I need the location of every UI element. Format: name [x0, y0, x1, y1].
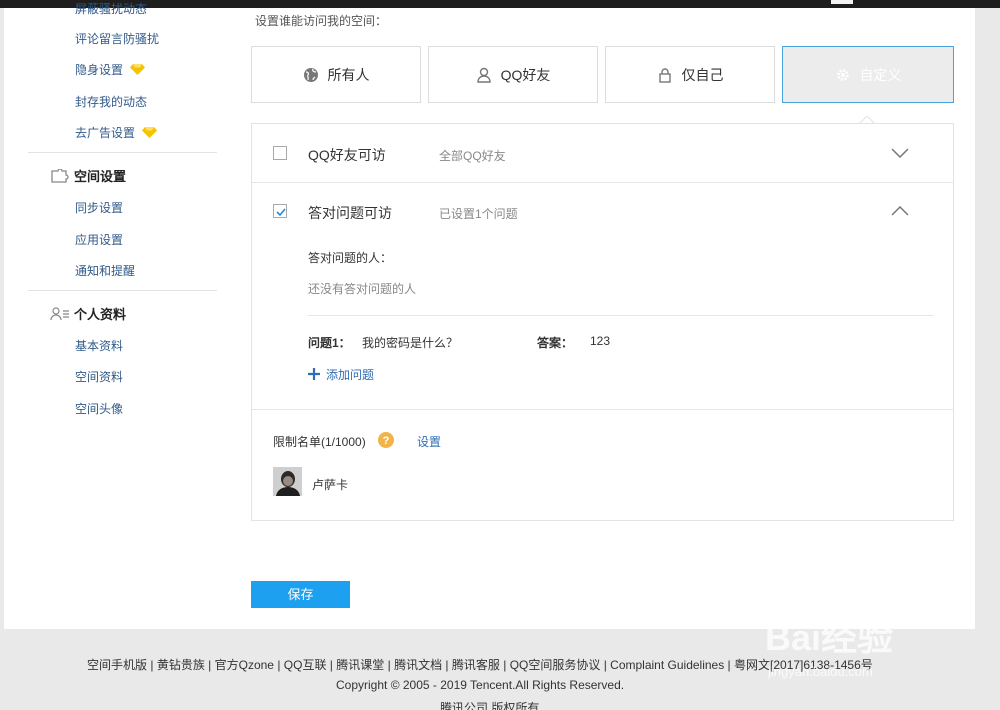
sidebar-item-sync[interactable]: 同步设置	[75, 199, 123, 216]
sidebar-item-apps[interactable]: 应用设置	[75, 231, 123, 248]
sidebar-item-comment-guard[interactable]: 评论留言防骚扰	[75, 30, 159, 47]
footer-link[interactable]: 腾讯课堂	[336, 658, 384, 672]
visibility-label: 仅自己	[681, 66, 724, 83]
sidebar-section-title: 个人资料	[74, 307, 127, 322]
footer-link[interactable]: 黄钻贵族	[157, 658, 205, 672]
question-text: 我的密码是什么？	[362, 336, 459, 350]
option-title: QQ好友可访	[308, 147, 386, 163]
option-qq-friends: QQ好友可访 全部QQ好友	[252, 124, 953, 182]
footer-link[interactable]: QQ互联	[284, 658, 327, 672]
profile-icon	[50, 307, 69, 321]
diamond-icon	[130, 64, 146, 75]
option-title: 答对问题可访	[308, 205, 392, 221]
footer-company: 腾讯公司 版权所有	[440, 701, 540, 710]
top-bar	[0, 0, 1000, 8]
user-icon	[476, 67, 491, 83]
footer-link[interactable]: 腾讯客服	[452, 658, 500, 672]
sidebar-item-archive-feed[interactable]: 封存我的动态	[75, 93, 147, 110]
footer-copyright: Copyright © 2005 - 2019 Tencent.All Righ…	[336, 678, 625, 692]
option-desc: 已设置1个问题	[439, 207, 518, 221]
divider	[252, 409, 953, 410]
sidebar-divider	[28, 152, 217, 153]
sidebar-section-space-settings[interactable]: 空间设置	[50, 166, 126, 185]
answer-label: 答案：	[537, 336, 574, 350]
chevron-up-icon[interactable]	[891, 206, 909, 216]
svg-text:?: ?	[383, 435, 390, 447]
avatar	[273, 467, 302, 496]
baidu-watermark: Bai经验 jingyan.baidu.com	[765, 600, 893, 679]
sidebar-section-profile[interactable]: 个人资料	[50, 304, 126, 323]
question-label: 问题1：	[308, 336, 351, 350]
sidebar-item-space-info[interactable]: 空间资料	[75, 368, 123, 385]
access-label: 设置谁能访问我的空间：	[255, 14, 388, 28]
sidebar-divider	[28, 290, 217, 291]
sidebar-item-label: 隐身设置	[75, 63, 124, 77]
lock-icon	[658, 67, 671, 83]
visibility-qq-friends-button[interactable]: QQ好友	[428, 46, 598, 103]
restrict-list-label: 限制名单(1/1000)	[273, 435, 366, 449]
answer-text: 123	[590, 334, 611, 348]
divider	[308, 315, 934, 316]
custom-access-panel: QQ好友可访 全部QQ好友 答对问题可访 已设置1个问题 答对问题的人： 还没有…	[251, 123, 954, 521]
restricted-user-name: 卢萨卡	[312, 478, 349, 492]
sidebar-item-space-avatar[interactable]: 空间头像	[75, 400, 123, 417]
option-answer-question: 答对问题可访 已设置1个问题 答对问题的人： 还没有答对问题的人 问题1： 我的…	[252, 182, 953, 410]
watermark-text: Bai经验	[765, 617, 893, 658]
chevron-down-icon[interactable]	[891, 148, 909, 158]
page-content: 屏蔽骚扰动态 评论留言防骚扰 隐身设置 封存我的动态 去广告设置 空间设置 同步…	[4, 2, 975, 629]
top-bar-tab[interactable]	[831, 0, 853, 4]
sidebar-section-title: 空间设置	[74, 169, 127, 184]
sidebar-item-notifications[interactable]: 通知和提醒	[75, 262, 135, 279]
footer-links: 空间手机版 | 黄钻贵族 | 官方Qzone | QQ互联 | 腾讯课堂 | 腾…	[87, 658, 873, 672]
answered-label: 答对问题的人：	[308, 251, 393, 265]
sidebar-item-invisible[interactable]: 隐身设置	[75, 61, 146, 78]
visibility-label: 所有人	[327, 66, 370, 83]
footer-link[interactable]: Complaint Guidelines	[610, 658, 724, 672]
option-desc: 全部QQ好友	[439, 149, 506, 163]
sidebar-item-block-feed[interactable]: 屏蔽骚扰动态	[75, 0, 147, 17]
plus-icon	[308, 368, 320, 380]
puzzle-icon	[51, 169, 69, 183]
sidebar-item-remove-ads[interactable]: 去广告设置	[75, 124, 158, 141]
diamond-icon	[142, 127, 158, 138]
sidebar-item-basic-info[interactable]: 基本资料	[75, 337, 123, 354]
sidebar-item-label: 去广告设置	[75, 126, 136, 140]
footer-link[interactable]: QQ空间服务协议	[510, 658, 601, 672]
footer-link[interactable]: 腾讯文档	[394, 658, 442, 672]
footer-link[interactable]: 空间手机版	[87, 658, 147, 672]
gear-icon	[836, 68, 849, 81]
watermark-url: jingyan.baidu.com	[767, 664, 873, 679]
footer-link[interactable]: 官方Qzone	[215, 658, 274, 672]
restrict-settings-link[interactable]: 设置	[417, 433, 441, 450]
visibility-label: QQ好友	[500, 66, 551, 83]
add-question-button[interactable]: 添加问题	[308, 366, 374, 383]
visibility-label: 自定义	[859, 66, 902, 83]
save-button[interactable]: 保存	[251, 581, 350, 608]
visibility-everyone-button[interactable]: 所有人	[251, 46, 421, 103]
visibility-only-me-button[interactable]: 仅自己	[605, 46, 775, 103]
question-icon[interactable]: ?	[378, 432, 394, 448]
answer-question-checkbox[interactable]	[273, 204, 287, 218]
visibility-custom-button[interactable]: 自定义	[782, 46, 954, 103]
answered-empty-text: 还没有答对问题的人	[308, 282, 417, 296]
qq-friends-checkbox[interactable]	[273, 146, 287, 160]
add-question-label: 添加问题	[326, 368, 375, 382]
globe-icon	[303, 67, 318, 82]
